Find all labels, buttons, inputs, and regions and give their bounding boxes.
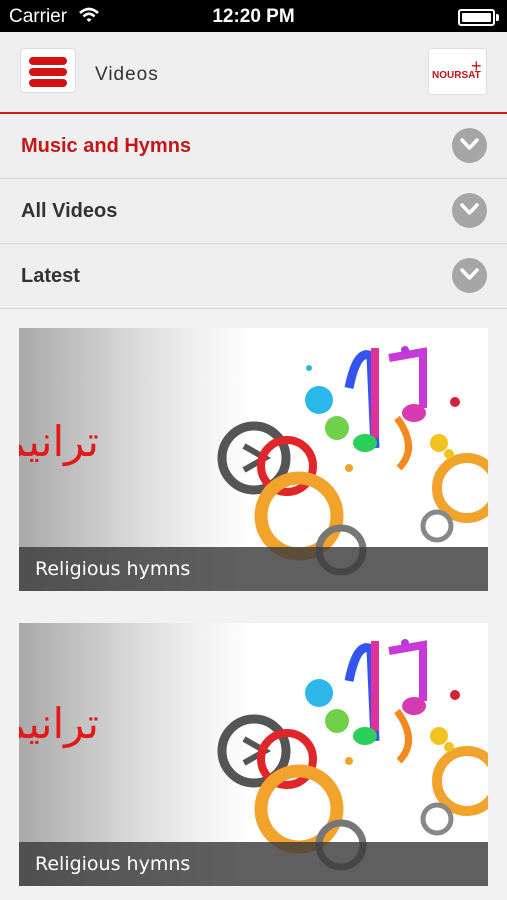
category-list: Music and Hymns All Videos Latest bbox=[0, 114, 507, 309]
category-music-and-hymns[interactable]: Music and Hymns bbox=[0, 114, 507, 179]
logo-mark: + bbox=[471, 56, 482, 76]
video-title: Religious hymns bbox=[35, 853, 191, 875]
noursat-logo: NOURSAT + bbox=[428, 48, 487, 95]
category-label: Latest bbox=[21, 265, 80, 287]
battery-icon bbox=[458, 9, 499, 26]
chevron-down-icon[interactable] bbox=[452, 193, 487, 228]
category-all-videos[interactable]: All Videos bbox=[0, 179, 507, 244]
video-caption: Religious hymns bbox=[19, 842, 488, 886]
nav-bar: Videos NOURSAT + bbox=[0, 32, 507, 114]
arabic-title: ترانيم bbox=[19, 699, 99, 749]
category-label: Music and Hymns bbox=[21, 135, 192, 157]
status-bar: Carrier 12:20 PM bbox=[0, 0, 507, 32]
arabic-title: ترانيم bbox=[19, 417, 99, 467]
video-card[interactable]: ترانيم Religious hymns bbox=[19, 623, 488, 886]
category-latest[interactable]: Latest bbox=[0, 244, 507, 309]
video-title: Religious hymns bbox=[35, 558, 191, 580]
category-label: All Videos bbox=[21, 200, 118, 222]
video-caption: Religious hymns bbox=[19, 547, 488, 591]
page-title: Videos bbox=[95, 64, 159, 85]
clock: 12:20 PM bbox=[212, 6, 295, 27]
chevron-down-icon[interactable] bbox=[452, 128, 487, 163]
menu-button[interactable] bbox=[20, 48, 76, 93]
chevron-down-icon[interactable] bbox=[452, 258, 487, 293]
video-card[interactable]: ترانيم Religious hymns bbox=[19, 328, 488, 591]
